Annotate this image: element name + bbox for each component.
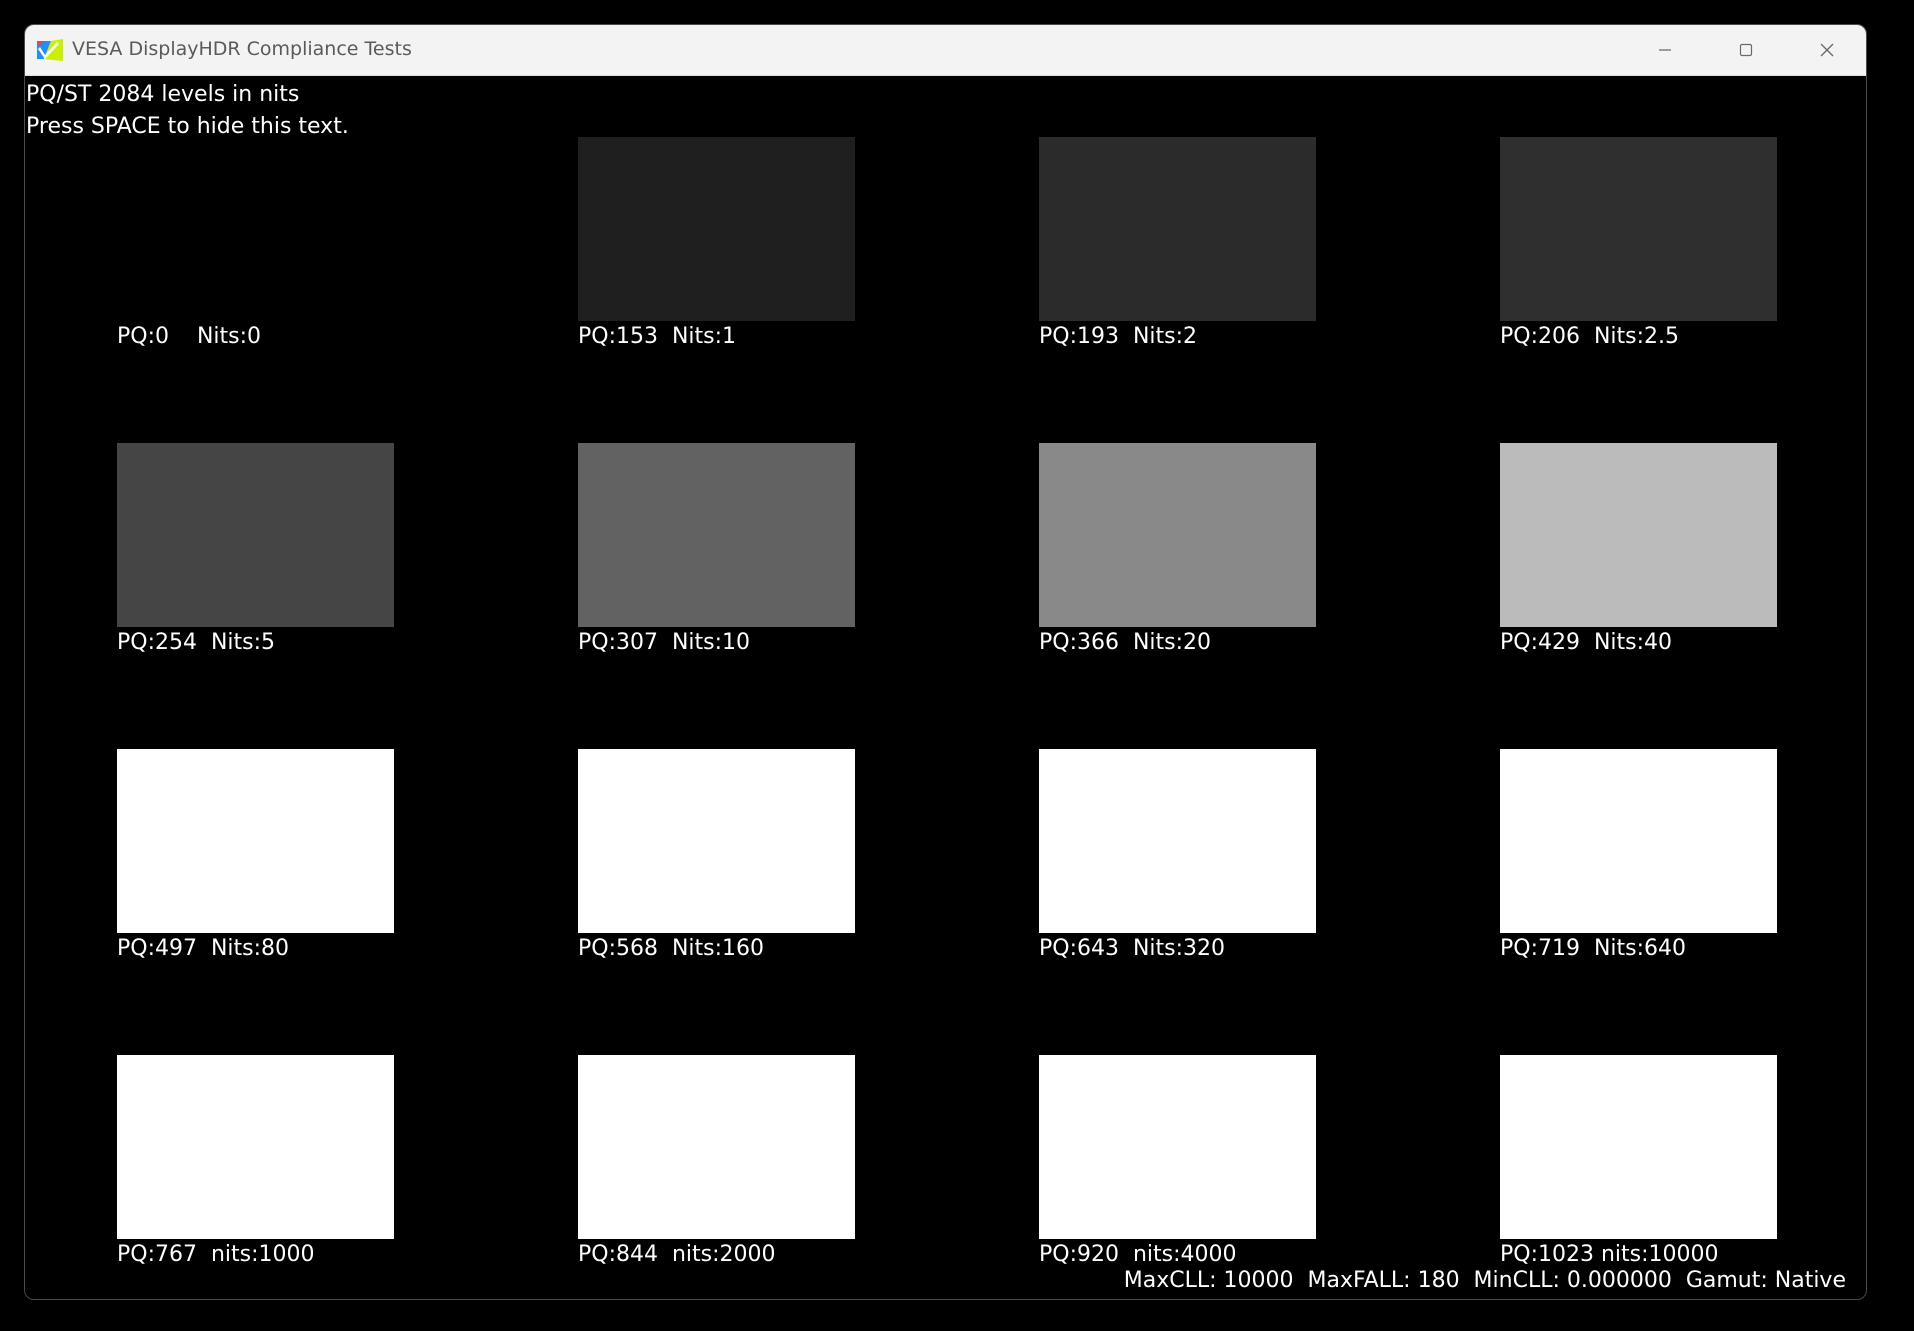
- tile-swatch: [117, 443, 394, 627]
- tile-label: PQ:429 Nits:40: [1500, 630, 1673, 655]
- app-logo-icon: [37, 39, 63, 61]
- tile-label: PQ:0 Nits:0: [117, 324, 262, 349]
- tile-swatch: [1500, 443, 1777, 627]
- tile-label: PQ:767 nits:1000: [117, 1242, 315, 1267]
- tile-swatch: [117, 749, 394, 933]
- maximize-button[interactable]: [1706, 25, 1786, 75]
- tile-swatch: [1039, 1055, 1316, 1239]
- tile-label: PQ:153 Nits:1: [578, 324, 737, 349]
- minimize-button[interactable]: [1625, 25, 1705, 75]
- tile-swatch: [117, 1055, 394, 1239]
- tile-swatch: [1500, 137, 1777, 321]
- tile-label: PQ:920 nits:4000: [1039, 1242, 1237, 1267]
- tile-swatch: [578, 749, 855, 933]
- tile-label: PQ:844 nits:2000: [578, 1242, 776, 1267]
- tile-swatch: [1039, 137, 1316, 321]
- tile-label: PQ:307 Nits:10: [578, 630, 751, 655]
- minimize-icon: [1659, 49, 1671, 51]
- tile-swatch: [1039, 749, 1316, 933]
- tile-label: PQ:206 Nits:2.5: [1500, 324, 1680, 349]
- tile-label: PQ:254 Nits:5: [117, 630, 276, 655]
- tile-label: PQ:643 Nits:320: [1039, 936, 1226, 961]
- metadata-status-text: MaxCLL: 10000 MaxFALL: 180 MinCLL: 0.000…: [1123, 1268, 1846, 1293]
- close-button[interactable]: [1787, 25, 1866, 75]
- tile-swatch: [1500, 1055, 1777, 1239]
- tile-swatch: [578, 443, 855, 627]
- tile-swatch: [578, 1055, 855, 1239]
- pattern-title-text: PQ/ST 2084 levels in nits: [26, 82, 300, 107]
- tile-swatch: [117, 137, 394, 321]
- tile-swatch: [1500, 749, 1777, 933]
- tile-label: PQ:193 Nits:2: [1039, 324, 1198, 349]
- tile-swatch: [578, 137, 855, 321]
- tile-label: PQ:366 Nits:20: [1039, 630, 1212, 655]
- title-bar[interactable]: VESA DisplayHDR Compliance Tests: [25, 25, 1866, 76]
- test-pattern-canvas[interactable]: PQ/ST 2084 levels in nits Press SPACE to…: [25, 76, 1866, 1299]
- tile-label: PQ:1023 nits:10000: [1500, 1242, 1719, 1267]
- tile-label: PQ:568 Nits:160: [578, 936, 765, 961]
- tile-label: PQ:497 Nits:80: [117, 936, 290, 961]
- window-title: VESA DisplayHDR Compliance Tests: [72, 38, 412, 60]
- app-window: VESA DisplayHDR Compliance Tests PQ/ST 2…: [24, 24, 1867, 1300]
- maximize-icon: [1739, 43, 1753, 57]
- tile-swatch: [1039, 443, 1316, 627]
- instruction-text: Press SPACE to hide this text.: [26, 114, 349, 139]
- close-icon: [1820, 43, 1834, 57]
- tile-label: PQ:719 Nits:640: [1500, 936, 1687, 961]
